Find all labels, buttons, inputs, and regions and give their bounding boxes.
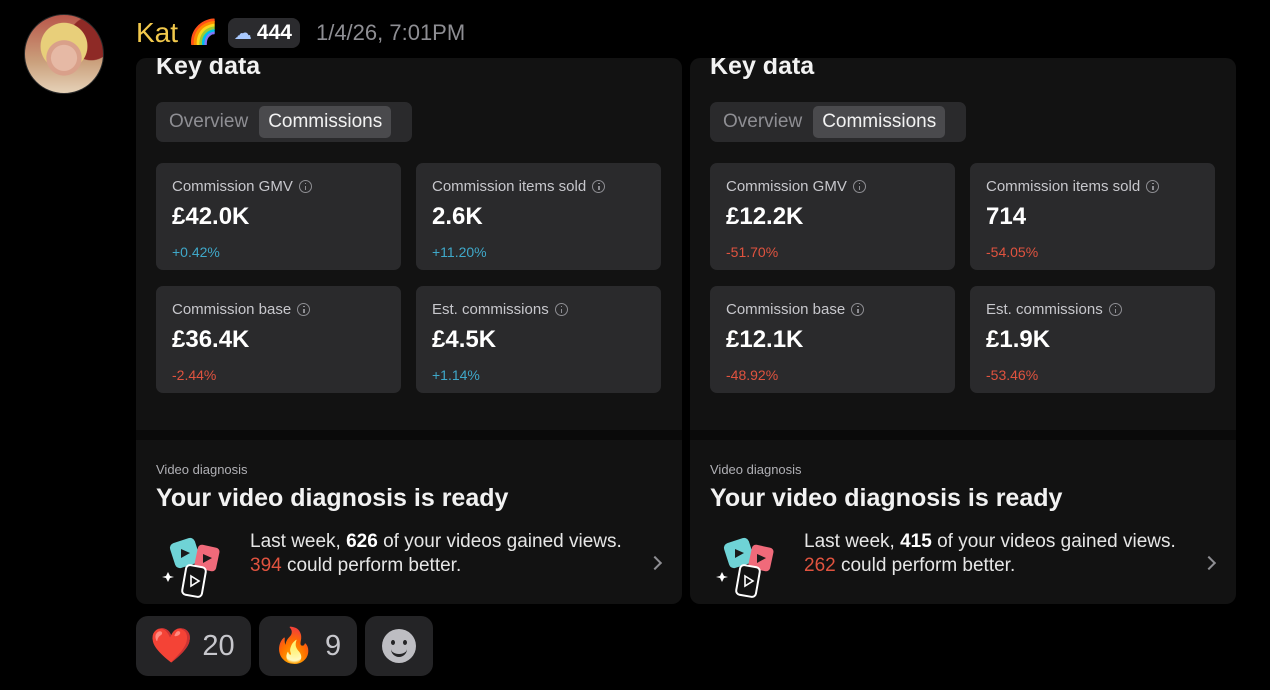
metric-label: Est. commissions	[986, 301, 1122, 318]
metric-change: -53.46%	[986, 367, 1039, 383]
metric-value: £12.1K	[726, 326, 804, 353]
metric-card-est-commissions: Est. commissions £1.9K -53.46%	[970, 286, 1215, 393]
metric-value: £36.4K	[172, 326, 250, 353]
key-data-title: Key data	[156, 58, 261, 80]
video-diagnosis-text: Last week, 626 of your videos gained vie…	[250, 531, 622, 576]
video-diagnosis-label: Video diagnosis	[156, 462, 248, 477]
username[interactable]: Kat	[136, 17, 178, 49]
video-diagnosis-title: Your video diagnosis is ready	[156, 484, 509, 512]
avatar[interactable]	[24, 14, 104, 94]
video-diagnosis-text: Last week, 415 of your videos gained vie…	[804, 531, 1176, 576]
metric-value: £42.0K	[172, 203, 250, 230]
smiley-icon	[382, 629, 417, 663]
info-icon[interactable]	[851, 303, 865, 316]
metric-value: £1.9K	[986, 326, 1051, 353]
screenshot-attachment-1[interactable]: Key data Overview Commissions Commission…	[136, 58, 682, 604]
info-icon[interactable]	[298, 180, 312, 193]
reaction-heart[interactable]: ❤️ 20	[136, 616, 251, 676]
metric-value: 714	[986, 203, 1027, 230]
section-divider	[136, 430, 682, 440]
metric-label: Commission items sold	[432, 178, 606, 195]
metric-label: Est. commissions	[432, 301, 568, 318]
metric-card-commission-items-sold: Commission items sold 2.6K +11.20%	[416, 163, 661, 270]
info-icon[interactable]	[852, 180, 866, 193]
metric-card-commission-items-sold: Commission items sold 714 -54.05%	[970, 163, 1215, 270]
metric-label: Commission GMV	[172, 178, 312, 195]
section-divider	[690, 430, 1236, 440]
metric-change: +1.14%	[432, 367, 480, 383]
metric-label: Commission GMV	[726, 178, 866, 195]
info-icon[interactable]	[297, 303, 311, 316]
metric-change: -54.05%	[986, 244, 1039, 260]
metric-label: Commission base	[172, 301, 311, 318]
reaction-count: 9	[324, 629, 342, 662]
screenshot-attachment-2[interactable]: Key data Overview Commissions Commission…	[690, 58, 1236, 604]
chevron-right-icon[interactable]	[647, 555, 663, 571]
metric-value: 2.6K	[432, 203, 483, 230]
could-perform-count: 394	[250, 555, 282, 576]
metric-value: £4.5K	[432, 326, 497, 353]
tab-bar: Overview Commissions	[156, 102, 412, 142]
metric-value: £12.2K	[726, 203, 804, 230]
timestamp: 1/4/26, 7:01PM	[315, 20, 466, 45]
tab-commissions[interactable]: Commissions	[259, 106, 392, 138]
metric-change: -2.44%	[172, 367, 217, 383]
metric-card-est-commissions: Est. commissions £4.5K +1.14%	[416, 286, 661, 393]
reaction-count: 20	[202, 629, 235, 662]
info-icon[interactable]	[1146, 180, 1160, 193]
videos-gained-count: 415	[900, 531, 932, 552]
metric-change: +0.42%	[172, 244, 220, 260]
reaction-bar: ❤️ 20 🔥 9	[136, 616, 434, 676]
metric-change: +11.20%	[432, 244, 487, 260]
metric-change: -48.92%	[726, 367, 779, 383]
info-icon[interactable]	[592, 180, 606, 193]
could-perform-count: 262	[804, 555, 836, 576]
key-data-title: Key data	[710, 58, 815, 80]
metric-card-commission-gmv: Commission GMV £42.0K +0.42%	[156, 163, 401, 270]
user-badge[interactable]: ☁ 444	[227, 18, 300, 48]
tab-overview[interactable]: Overview	[160, 106, 257, 138]
metric-label: Commission items sold	[986, 178, 1160, 195]
videos-gained-count: 626	[346, 531, 378, 552]
metric-card-commission-base: Commission base £36.4K -2.44%	[156, 286, 401, 393]
message-header: Kat 🌈 ☁ 444 1/4/26, 7:01PM	[136, 16, 465, 50]
reaction-fire[interactable]: 🔥 9	[258, 616, 358, 676]
tab-bar: Overview Commissions	[710, 102, 966, 142]
metric-label: Commission base	[726, 301, 865, 318]
rainbow-emoji: 🌈	[188, 19, 218, 46]
heart-icon: ❤️	[150, 627, 193, 665]
cloud-icon: ☁	[233, 22, 252, 43]
video-diagnosis-illustration-icon	[716, 537, 774, 598]
video-diagnosis-title: Your video diagnosis is ready	[710, 484, 1063, 512]
tab-commissions[interactable]: Commissions	[813, 106, 946, 138]
info-icon[interactable]	[1108, 303, 1122, 316]
chevron-right-icon[interactable]	[1201, 555, 1217, 571]
video-diagnosis-label: Video diagnosis	[710, 462, 802, 477]
add-reaction-button[interactable]	[365, 616, 434, 676]
video-diagnosis-illustration-icon	[162, 537, 220, 598]
fire-icon: 🔥	[272, 627, 315, 665]
metric-change: -51.70%	[726, 244, 779, 260]
info-icon[interactable]	[554, 303, 568, 316]
tab-overview[interactable]: Overview	[714, 106, 811, 138]
badge-count: 444	[256, 21, 292, 44]
metric-card-commission-base: Commission base £12.1K -48.92%	[710, 286, 955, 393]
metric-card-commission-gmv: Commission GMV £12.2K -51.70%	[710, 163, 955, 270]
